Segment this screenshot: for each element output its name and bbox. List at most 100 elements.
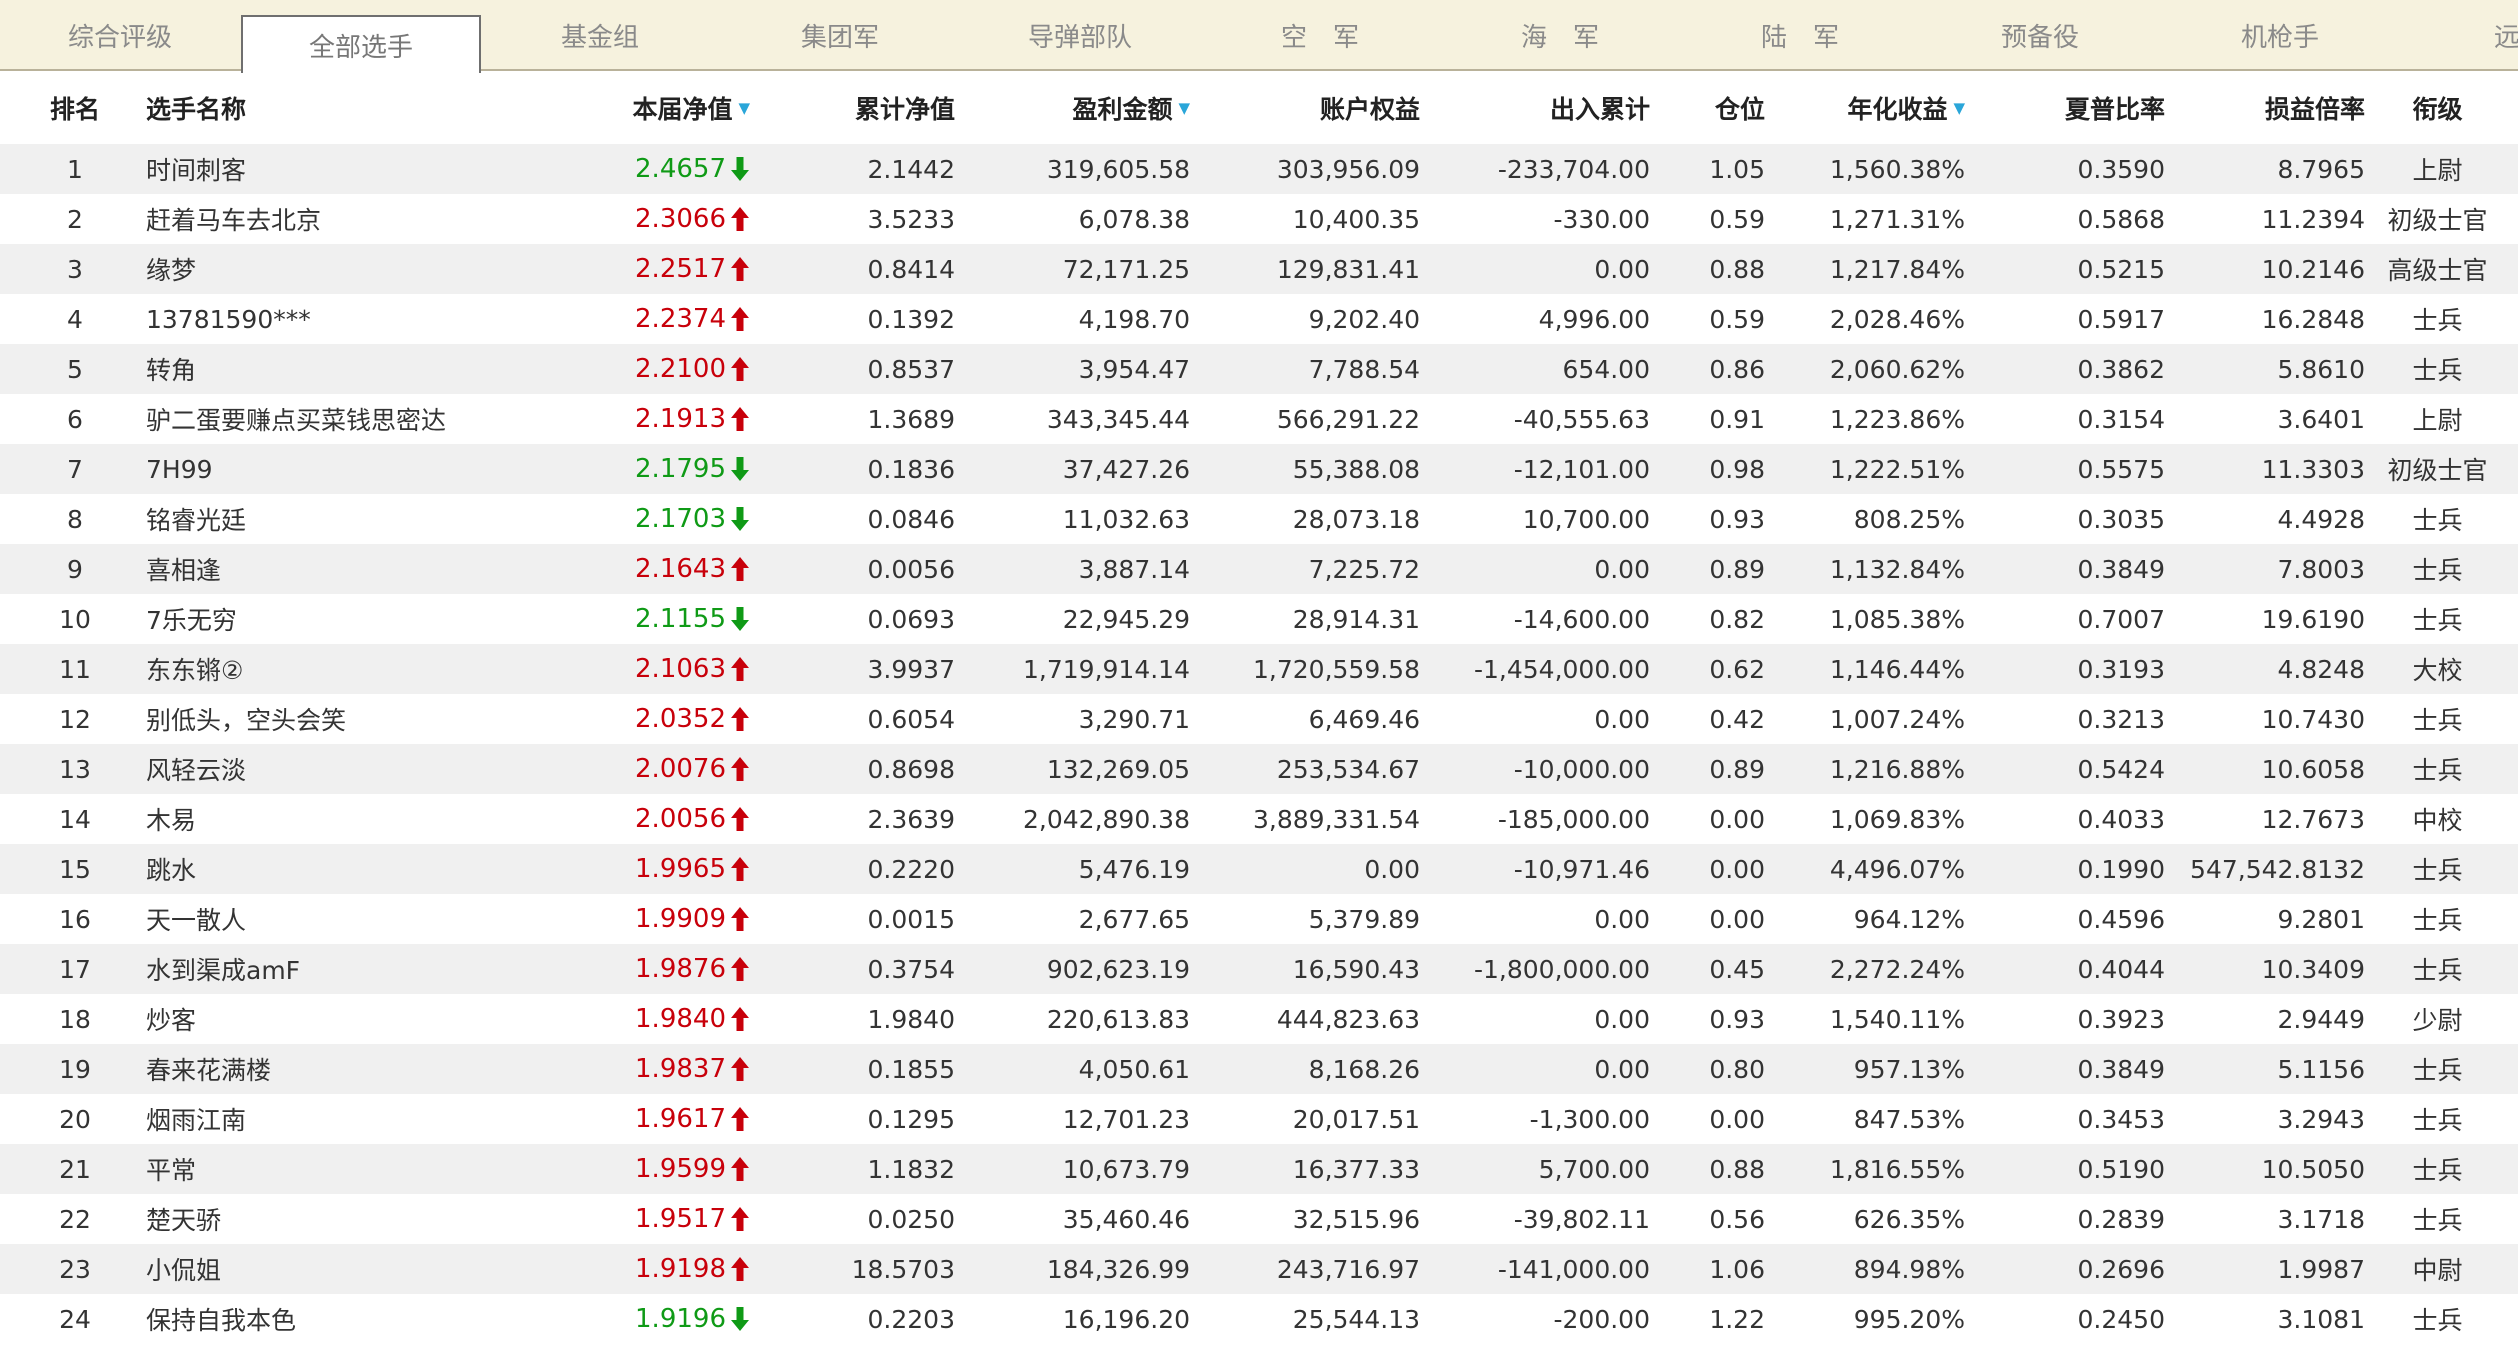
cell-equity: 25,544.13 bbox=[1292, 1304, 1420, 1334]
table-row[interactable]: 5 转角 2.2100 0.8537 3,954.47 7,788.54 654.00 0.8… bbox=[0, 344, 2518, 394]
table-row[interactable]: 22 楚天骄 1.9517 0.0250 35,460.46 32,515.96 -39,8… bbox=[0, 1194, 2518, 1244]
table-row[interactable]: 21 平常 1.9599 1.1832 10,673.79 16,377.33 5,700.… bbox=[0, 1144, 2518, 1194]
cell-cum-nav: 0.2220 bbox=[867, 854, 955, 884]
column-header-label: 仓位 bbox=[1714, 94, 1765, 124]
table-row[interactable]: 23 小侃姐 1.9198 18.5703 184,326.99 243,716.97 -1… bbox=[0, 1244, 2518, 1294]
cell-rank: 16 bbox=[59, 904, 91, 934]
cell-nav: 2.2374 bbox=[560, 294, 750, 344]
cell-equity: 32,515.96 bbox=[1292, 1204, 1420, 1234]
table-row[interactable]: 17 水到渠成amF 1.9876 0.3754 902,623.19 16,590.43… bbox=[0, 944, 2518, 994]
tab-overall-rating[interactable]: 综合评级 bbox=[0, 0, 240, 71]
cell-annual: 957.13% bbox=[1853, 1054, 1965, 1084]
table-row[interactable]: 14 木易 2.0056 2.3639 2,042,890.38 3,889,331.54… bbox=[0, 794, 2518, 844]
tab-machine-gunner[interactable]: 机枪手 bbox=[2160, 0, 2400, 71]
table-row[interactable]: 20 烟雨江南 1.9617 0.1295 12,701.23 20,017.51 -1,3… bbox=[0, 1094, 2518, 1144]
cell-profit: 72,171.25 bbox=[1062, 254, 1190, 284]
sort-desc-icon[interactable]: ▼ bbox=[738, 99, 750, 117]
cell-rank-title: 士兵 bbox=[2412, 706, 2463, 735]
tab-fund-group[interactable]: 基金组 bbox=[480, 0, 720, 71]
cell-position: 0.00 bbox=[1709, 854, 1765, 884]
cell-sharpe: 0.4596 bbox=[2077, 904, 2165, 934]
table-row[interactable]: 11 东东锵② 2.1063 3.9937 1,719,914.14 1,720,559.… bbox=[0, 644, 2518, 694]
cell-nav: 2.0056 bbox=[560, 794, 750, 844]
table-row[interactable]: 2 赶着马车去北京 2.3066 3.5233 6,078.38 10,400.35 -33… bbox=[0, 194, 2518, 244]
cell-equity: 243,716.97 bbox=[1276, 1254, 1420, 1284]
table-row[interactable]: 15 跳水 1.9965 0.2220 5,476.19 0.00 -10,971.46 0.… bbox=[0, 844, 2518, 894]
table-row[interactable]: 16 天一散人 1.9909 0.0015 2,677.65 5,379.89 0.00 0.… bbox=[0, 894, 2518, 944]
cell-rank: 6 bbox=[67, 404, 83, 434]
column-header-label: 账户权益 bbox=[1319, 94, 1420, 124]
nav-value: 1.9599 bbox=[635, 1154, 726, 1184]
cell-equity: 28,073.18 bbox=[1292, 504, 1420, 534]
table-row[interactable]: 10 7乐无穷 2.1155 0.0693 22,945.29 28,914.31 -14,… bbox=[0, 594, 2518, 644]
cell-position: 0.59 bbox=[1709, 204, 1765, 234]
table-row[interactable]: 8 铭睿光廷 2.1703 0.0846 11,032.63 28,073.18 10,70… bbox=[0, 494, 2518, 544]
arrow-up-icon bbox=[731, 857, 749, 881]
cell-profit: 1,719,914.14 bbox=[1023, 654, 1190, 684]
tab-air-force[interactable]: 空 军 bbox=[1200, 0, 1440, 71]
cell-flow: -1,300.00 bbox=[1529, 1104, 1650, 1134]
sort-desc-icon[interactable]: ▼ bbox=[1178, 99, 1190, 117]
cell-sharpe: 0.3849 bbox=[2077, 1054, 2165, 1084]
cell-sharpe: 0.5424 bbox=[2077, 754, 2165, 784]
cell-flow: 4,996.00 bbox=[1538, 304, 1650, 334]
arrow-up-icon bbox=[731, 557, 749, 581]
table-row[interactable]: 18 炒客 1.9840 1.9840 220,613.83 444,823.63 0.00… bbox=[0, 994, 2518, 1044]
cell-rank-title: 中校 bbox=[2412, 806, 2463, 835]
cell-nav: 1.9876 bbox=[560, 944, 750, 994]
cell-rank-title: 士兵 bbox=[2412, 1056, 2463, 1085]
sort-desc-icon[interactable]: ▼ bbox=[1953, 99, 1965, 117]
arrow-up-icon bbox=[731, 407, 749, 431]
table-row[interactable]: 1 时间刺客 2.4657 2.1442 319,605.58 303,956.09 -23… bbox=[0, 144, 2518, 194]
nav-value: 2.2374 bbox=[635, 304, 726, 334]
arrow-up-icon bbox=[731, 1107, 749, 1131]
table-row[interactable]: 7 7H99 2.1795 0.1836 37,427.26 55,388.08 -12,1… bbox=[0, 444, 2518, 494]
cell-profit: 2,677.65 bbox=[1078, 904, 1190, 934]
cell-position: 0.88 bbox=[1709, 1154, 1765, 1184]
table-row[interactable]: 9 喜相逢 2.1643 0.0056 3,887.14 7,225.72 0.00 0.89… bbox=[0, 544, 2518, 594]
table-row[interactable]: 24 保持自我本色 1.9196 0.2203 16,196.20 25,544.13 -2… bbox=[0, 1294, 2518, 1344]
cell-equity: 20,017.51 bbox=[1292, 1104, 1420, 1134]
cell-pl-ratio: 2.9449 bbox=[2277, 1004, 2365, 1034]
cell-rank: 20 bbox=[59, 1104, 91, 1134]
cell-profit: 319,605.58 bbox=[1046, 154, 1190, 184]
arrow-down-icon bbox=[731, 507, 749, 531]
cell-nav: 1.9617 bbox=[560, 1094, 750, 1144]
column-header-annual[interactable]: 年化收益 ▼ bbox=[1770, 71, 1965, 144]
table-row[interactable]: 19 春来花满楼 1.9837 0.1855 4,050.61 8,168.26 0.00 0… bbox=[0, 1044, 2518, 1094]
cell-cum-nav: 3.9937 bbox=[867, 654, 955, 684]
cell-annual: 1,007.24% bbox=[1829, 704, 1965, 734]
cell-annual: 626.35% bbox=[1853, 1204, 1965, 1234]
cell-equity: 129,831.41 bbox=[1276, 254, 1420, 284]
cell-annual: 1,560.38% bbox=[1829, 154, 1965, 184]
tab-missile-force[interactable]: 导弹部队 bbox=[960, 0, 1200, 71]
cell-cum-nav: 2.1442 bbox=[867, 154, 955, 184]
tab-group-army[interactable]: 集团军 bbox=[720, 0, 960, 71]
cell-pl-ratio: 7.8003 bbox=[2277, 554, 2365, 584]
cell-rank-title: 士兵 bbox=[2412, 1156, 2463, 1185]
table-row[interactable]: 13 风轻云淡 2.0076 0.8698 132,269.05 253,534.67 -1… bbox=[0, 744, 2518, 794]
cell-cum-nav: 0.1855 bbox=[867, 1054, 955, 1084]
table-row[interactable]: 6 驴二蛋要赚点买菜钱思密达 2.1913 1.3689 343,345.44 566,2… bbox=[0, 394, 2518, 444]
cell-nav: 2.1703 bbox=[560, 494, 750, 544]
cell-cum-nav: 1.9840 bbox=[867, 1004, 955, 1034]
nav-value: 1.9876 bbox=[635, 954, 726, 984]
tab-army[interactable]: 陆 军 bbox=[1680, 0, 1920, 71]
cell-profit: 10,673.79 bbox=[1062, 1154, 1190, 1184]
cell-nav: 1.9909 bbox=[560, 894, 750, 944]
tab-all-players[interactable]: 全部选手 bbox=[241, 15, 481, 73]
cell-cum-nav: 0.3754 bbox=[867, 954, 955, 984]
tab-reserve[interactable]: 预备役 bbox=[1920, 0, 2160, 71]
column-header-profit[interactable]: 盈利金额 ▼ bbox=[960, 71, 1190, 144]
table-row[interactable]: 4 13781590*** 2.2374 0.1392 4,198.70 9,202.40… bbox=[0, 294, 2518, 344]
cell-annual: 1,271.31% bbox=[1829, 204, 1965, 234]
table-row[interactable]: 12 别低头，空头会笑 2.0352 0.6054 3,290.71 6,469.46 0.… bbox=[0, 694, 2518, 744]
arrow-up-icon bbox=[731, 757, 749, 781]
cell-nav: 1.9198 bbox=[560, 1244, 750, 1294]
cell-rank: 24 bbox=[59, 1304, 91, 1334]
cell-sharpe: 0.3923 bbox=[2077, 1004, 2165, 1034]
column-header-nav[interactable]: 本届净值 ▼ bbox=[560, 71, 750, 144]
table-row[interactable]: 3 缘梦 2.2517 0.8414 72,171.25 129,831.41 0.00 0.… bbox=[0, 244, 2518, 294]
tab-expedition[interactable]: 远征 bbox=[2400, 0, 2518, 71]
tab-navy[interactable]: 海 军 bbox=[1440, 0, 1680, 71]
